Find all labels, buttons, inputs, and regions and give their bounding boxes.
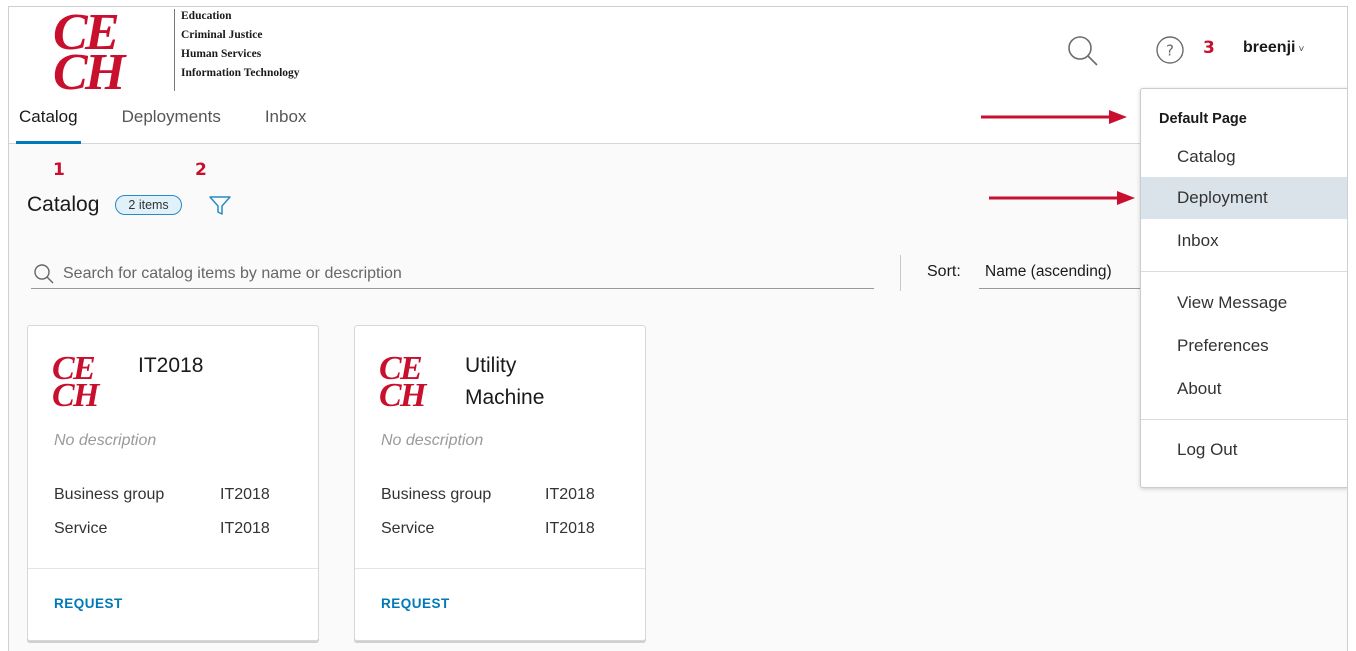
menu-item-about[interactable]: About bbox=[1141, 368, 1347, 410]
search-icon[interactable] bbox=[1065, 33, 1101, 69]
tab-deployments[interactable]: Deployments bbox=[122, 97, 221, 144]
sort-select[interactable]: Name (ascending) bbox=[979, 259, 1159, 289]
card-footer-divider bbox=[28, 568, 318, 569]
tab-catalog[interactable]: Catalog bbox=[16, 97, 81, 144]
svg-text:?: ? bbox=[1166, 42, 1174, 60]
menu-item-view-message[interactable]: View Message bbox=[1141, 282, 1347, 324]
svg-text:C: C bbox=[52, 377, 75, 408]
catalog-card: C E C H Utility Machine No description B… bbox=[354, 325, 646, 641]
menu-item-inbox[interactable]: Inbox bbox=[1141, 220, 1347, 262]
org-line: Information Technology bbox=[181, 67, 300, 79]
svg-text:C: C bbox=[379, 377, 402, 408]
card-description: No description bbox=[381, 432, 484, 449]
search-icon bbox=[34, 263, 54, 283]
app-frame: C E C H Education Criminal Justice Human… bbox=[8, 6, 1348, 651]
service-value: IT2018 bbox=[220, 520, 270, 537]
business-group-label: Business group bbox=[381, 486, 492, 503]
page-title: Catalog bbox=[27, 193, 100, 216]
business-group-label: Business group bbox=[54, 486, 165, 503]
sort-divider bbox=[900, 255, 901, 291]
ceh-logo: C E C H bbox=[379, 352, 428, 408]
user-menu-button[interactable]: breenji ˅ bbox=[1243, 39, 1304, 57]
logo-divider bbox=[174, 9, 175, 91]
annotation-1: 1 bbox=[53, 160, 65, 180]
org-lines: Education Criminal Justice Human Service… bbox=[181, 7, 300, 83]
tab-inbox[interactable]: Inbox bbox=[265, 97, 307, 144]
request-button[interactable]: REQUEST bbox=[381, 596, 450, 611]
user-dropdown-menu: Default Page Catalog Deployment Inbox Vi… bbox=[1140, 88, 1347, 488]
menu-divider bbox=[1141, 419, 1347, 420]
card-footer-divider bbox=[355, 568, 645, 569]
search-input[interactable] bbox=[63, 264, 843, 283]
request-button[interactable]: REQUEST bbox=[54, 596, 123, 611]
org-line: Human Services bbox=[181, 48, 262, 60]
menu-item-preferences[interactable]: Preferences bbox=[1141, 325, 1347, 367]
menu-divider bbox=[1141, 271, 1347, 272]
org-line: Criminal Justice bbox=[181, 29, 263, 41]
card-title[interactable]: Utility Machine bbox=[465, 350, 585, 414]
org-line: Education bbox=[181, 10, 232, 22]
catalog-title-row: Catalog 2 items bbox=[27, 193, 232, 217]
main-tabs: Catalog Deployments Inbox bbox=[16, 97, 350, 144]
card-description: No description bbox=[54, 432, 157, 449]
annotation-2: 2 bbox=[195, 160, 207, 180]
filter-icon[interactable] bbox=[208, 193, 232, 217]
catalog-card: C E C H IT2018 No description Business g… bbox=[27, 325, 319, 641]
sort-label: Sort: bbox=[927, 263, 961, 280]
annotation-3: 3 bbox=[1203, 38, 1215, 58]
annotation-arrow-icon bbox=[981, 110, 1127, 124]
card-title[interactable]: IT2018 bbox=[138, 350, 308, 382]
chevron-down-icon: ˅ bbox=[1298, 43, 1305, 55]
catalog-search bbox=[31, 259, 874, 289]
ceh-logo: C E C H bbox=[53, 9, 127, 91]
menu-item-deployment[interactable]: Deployment bbox=[1141, 177, 1347, 219]
service-label: Service bbox=[54, 520, 108, 537]
svg-text:H: H bbox=[84, 44, 127, 91]
ceh-logo: C E C H bbox=[52, 352, 101, 408]
svg-text:H: H bbox=[72, 377, 101, 408]
item-count-badge: 2 items bbox=[115, 195, 182, 215]
service-value: IT2018 bbox=[545, 520, 595, 537]
annotation-arrow-icon bbox=[989, 191, 1135, 205]
user-name: breenji bbox=[1243, 39, 1296, 56]
business-group-value: IT2018 bbox=[545, 486, 595, 503]
svg-text:H: H bbox=[399, 377, 428, 408]
help-circle-icon[interactable]: ? bbox=[1155, 35, 1185, 65]
business-group-value: IT2018 bbox=[220, 486, 270, 503]
svg-text:C: C bbox=[53, 44, 89, 91]
menu-item-catalog[interactable]: Catalog bbox=[1141, 136, 1347, 178]
service-label: Service bbox=[381, 520, 435, 537]
menu-item-log-out[interactable]: Log Out bbox=[1141, 429, 1347, 471]
dropdown-section-header: Default Page bbox=[1159, 111, 1247, 127]
